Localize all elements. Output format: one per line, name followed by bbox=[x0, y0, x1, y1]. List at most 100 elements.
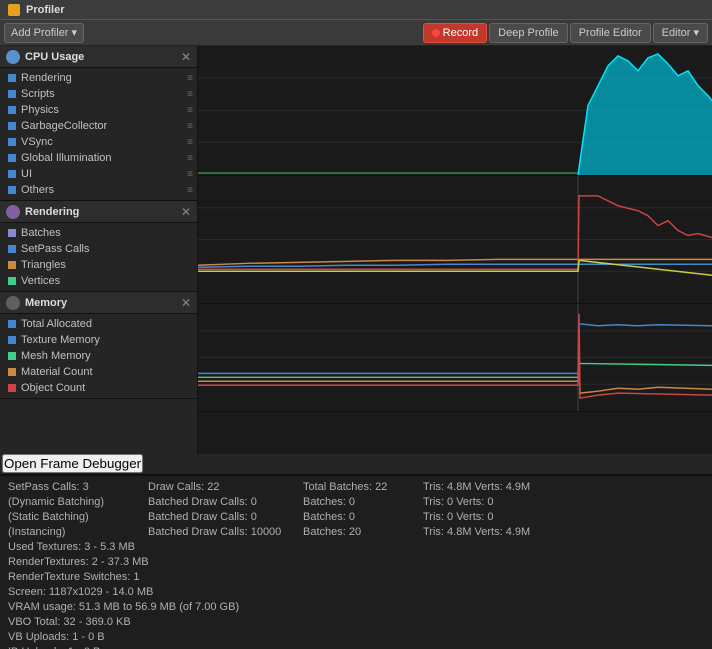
stats-cell: RenderTexture Switches: 1 bbox=[8, 570, 139, 584]
stats-cell: Batches: 0 bbox=[303, 510, 423, 524]
stats-row: RenderTexture Switches: 1 bbox=[8, 570, 704, 584]
ui-color bbox=[8, 170, 16, 178]
list-item[interactable]: Triangles bbox=[0, 257, 197, 273]
triangles-color bbox=[8, 261, 16, 269]
stats-cell: IB Uploads: 1 - 0 B bbox=[8, 645, 100, 649]
stats-row: RenderTextures: 2 - 37.3 MB bbox=[8, 555, 704, 569]
mesh-memory-color bbox=[8, 352, 16, 360]
gc-color bbox=[8, 122, 16, 130]
rendering-chart bbox=[198, 176, 712, 304]
list-item[interactable]: Scripts ≡ bbox=[0, 86, 197, 102]
cpu-close-button[interactable]: ✕ bbox=[179, 50, 193, 64]
open-frame-debugger-button[interactable]: Open Frame Debugger bbox=[2, 454, 143, 473]
memory-item-list: Total Allocated Texture Memory Mesh Memo… bbox=[0, 314, 197, 398]
stats-cell: Tris: 0 Verts: 0 bbox=[423, 510, 543, 524]
list-item[interactable]: Total Allocated bbox=[0, 316, 197, 332]
physics-color bbox=[8, 106, 16, 114]
stats-row: Used Textures: 3 - 5.3 MB bbox=[8, 540, 704, 554]
stats-row: SetPass Calls: 3 Draw Calls: 22 Total Ba… bbox=[8, 480, 704, 494]
rendering-chart-svg bbox=[198, 176, 712, 303]
stats-cell: RenderTextures: 2 - 37.3 MB bbox=[8, 555, 149, 569]
memory-section-header[interactable]: Memory ✕ bbox=[0, 292, 197, 314]
stats-cell: (Static Batching) bbox=[8, 510, 148, 524]
rendering-close-button[interactable]: ✕ bbox=[179, 205, 193, 219]
record-button[interactable]: Record bbox=[423, 23, 487, 43]
rendering-section: Rendering ✕ Batches SetPass Calls Triang… bbox=[0, 201, 197, 292]
stats-cell: Tris: 4.8M Verts: 4.9M bbox=[423, 525, 543, 539]
main-layout: CPU Usage ✕ Rendering ≡ Scripts ≡ Physic… bbox=[0, 46, 712, 454]
left-panel: CPU Usage ✕ Rendering ≡ Scripts ≡ Physic… bbox=[0, 46, 198, 454]
rendering-section-header[interactable]: Rendering ✕ bbox=[0, 201, 197, 223]
stats-cell: Batched Draw Calls: 0 bbox=[148, 510, 303, 524]
rendering-item-list: Batches SetPass Calls Triangles Vertices bbox=[0, 223, 197, 291]
stats-cell: Batched Draw Calls: 0 bbox=[148, 495, 303, 509]
stats-cell: (Dynamic Batching) bbox=[8, 495, 148, 509]
memory-icon bbox=[6, 296, 20, 310]
stats-cell: VBO Total: 32 - 369.0 KB bbox=[8, 615, 131, 629]
profiler-icon bbox=[8, 4, 20, 16]
stats-grid: SetPass Calls: 3 Draw Calls: 22 Total Ba… bbox=[8, 480, 704, 649]
cpu-chart-svg bbox=[198, 46, 712, 175]
stats-cell: Tris: 0 Verts: 0 bbox=[423, 495, 543, 509]
stats-cell: (Instancing) bbox=[8, 525, 148, 539]
setpass-color bbox=[8, 245, 16, 253]
stats-cell: Total Batches: 22 bbox=[303, 480, 423, 494]
memory-chart bbox=[198, 304, 712, 412]
object-count-color bbox=[8, 384, 16, 392]
list-item[interactable]: UI ≡ bbox=[0, 166, 197, 182]
texture-memory-color bbox=[8, 336, 16, 344]
list-item[interactable]: Object Count bbox=[0, 380, 197, 396]
title-bar: Profiler bbox=[0, 0, 712, 20]
stats-cell: VB Uploads: 1 - 0 B bbox=[8, 630, 105, 644]
list-item[interactable]: Mesh Memory bbox=[0, 348, 197, 364]
list-item[interactable]: Global Illumination ≡ bbox=[0, 150, 197, 166]
stats-cell: Tris: 4.8M Verts: 4.9M bbox=[423, 480, 543, 494]
list-item[interactable]: Texture Memory bbox=[0, 332, 197, 348]
list-item[interactable]: SetPass Calls bbox=[0, 241, 197, 257]
memory-section: Memory ✕ Total Allocated Texture Memory … bbox=[0, 292, 197, 399]
list-item[interactable]: Others ≡ bbox=[0, 182, 197, 198]
list-item[interactable]: Physics ≡ bbox=[0, 102, 197, 118]
profile-editor-button[interactable]: Profile Editor bbox=[570, 23, 651, 43]
stats-cell: Screen: 1187x1029 - 14.0 MB bbox=[8, 585, 153, 599]
total-allocated-color bbox=[8, 320, 16, 328]
vsync-color bbox=[8, 138, 16, 146]
add-profiler-button[interactable]: Add Profiler ▾ bbox=[4, 23, 84, 43]
cpu-section-header[interactable]: CPU Usage ✕ bbox=[0, 46, 197, 68]
status-bar: SetPass Calls: 3 Draw Calls: 22 Total Ba… bbox=[0, 474, 712, 649]
others-color bbox=[8, 186, 16, 194]
vertices-color bbox=[8, 277, 16, 285]
stats-cell: SetPass Calls: 3 bbox=[8, 480, 148, 494]
list-item[interactable]: Batches bbox=[0, 225, 197, 241]
deep-profile-button[interactable]: Deep Profile bbox=[489, 23, 568, 43]
record-dot bbox=[432, 29, 440, 37]
stats-row: (Instancing) Batched Draw Calls: 10000 B… bbox=[8, 525, 704, 539]
memory-chart-svg bbox=[198, 304, 712, 411]
list-item[interactable]: Material Count bbox=[0, 364, 197, 380]
stats-row: VBO Total: 32 - 369.0 KB bbox=[8, 615, 704, 629]
list-item[interactable]: Vertices bbox=[0, 273, 197, 289]
list-item[interactable]: Rendering ≡ bbox=[0, 70, 197, 86]
memory-close-button[interactable]: ✕ bbox=[179, 296, 193, 310]
stats-row: VB Uploads: 1 - 0 B bbox=[8, 630, 704, 644]
list-item[interactable]: GarbageCollector ≡ bbox=[0, 118, 197, 134]
stats-cell: Draw Calls: 22 bbox=[148, 480, 303, 494]
stats-cell: Used Textures: 3 - 5.3 MB bbox=[8, 540, 135, 554]
stats-row: VRAM usage: 51.3 MB to 56.9 MB (of 7.00 … bbox=[8, 600, 704, 614]
open-frame-debugger-row: Open Frame Debugger bbox=[0, 454, 712, 474]
toolbar: Add Profiler ▾ Record Deep Profile Profi… bbox=[0, 20, 712, 46]
batches-color bbox=[8, 229, 16, 237]
scripts-color bbox=[8, 90, 16, 98]
rendering-color bbox=[8, 74, 16, 82]
stats-cell: Batches: 0 bbox=[303, 495, 423, 509]
editor-button[interactable]: Editor ▾ bbox=[653, 23, 708, 43]
material-count-color bbox=[8, 368, 16, 376]
stats-row: IB Uploads: 1 - 0 B bbox=[8, 645, 704, 649]
stats-cell: VRAM usage: 51.3 MB to 56.9 MB (of 7.00 … bbox=[8, 600, 239, 614]
profiler-title: Profiler bbox=[26, 4, 65, 16]
chart-area: 0.1ms (10000FPS) bbox=[198, 46, 712, 454]
cpu-icon bbox=[6, 50, 20, 64]
stats-row: Screen: 1187x1029 - 14.0 MB bbox=[8, 585, 704, 599]
stats-row: (Dynamic Batching) Batched Draw Calls: 0… bbox=[8, 495, 704, 509]
list-item[interactable]: VSync ≡ bbox=[0, 134, 197, 150]
